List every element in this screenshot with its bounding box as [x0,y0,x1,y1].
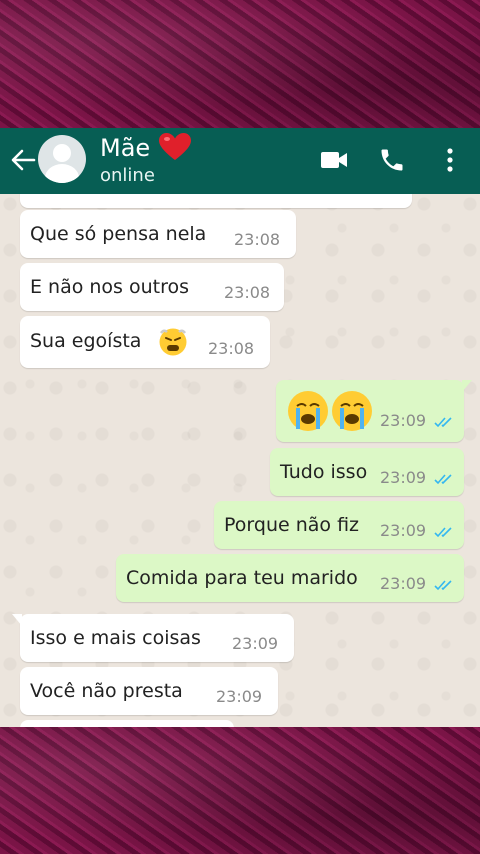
message-time: 23:09 [232,634,279,653]
message-bubble-incoming[interactable]: Que só pensa nela 23:08 [20,210,296,258]
message-text: Comida para teu marido [126,567,358,589]
message-text: Isso e mais coisas [30,627,201,649]
message-text: Sua egoísta [30,330,142,352]
message-time: 23:09 [380,521,427,540]
message-text: Porque não fiz [224,514,360,536]
message-time: 23:08 [224,283,271,302]
message-time: 23:08 [208,339,255,358]
chat-area[interactable]: Que só pensa nela 23:08 E não nos outros… [0,194,480,727]
heart-emoji-icon [159,133,191,160]
message-time: 23:08 [234,230,281,249]
crying-faces-emoji-icon [288,391,372,431]
message-bubble-outgoing[interactable]: Porque não fiz 23:09 [214,501,464,549]
video-call-icon[interactable] [320,150,348,170]
message-bubble-outgoing[interactable]: Tudo isso 23:09 [270,448,464,496]
contact-status: online [100,165,155,186]
partial-message-bubble[interactable] [20,194,412,208]
chat-header: Mãe online [0,128,480,194]
more-options-icon[interactable] [444,146,456,174]
message-time: 23:09 [380,411,427,430]
message-text: E não nos outros [30,276,190,298]
phone-call-icon[interactable] [378,146,406,174]
read-ticks-icon [434,580,452,591]
background-top [0,0,480,128]
message-bubble-incoming[interactable]: Isso e mais coisas 23:09 [12,614,294,662]
message-text: Que só pensa nela [30,223,207,245]
read-ticks-icon [434,474,452,485]
read-ticks-icon [434,527,452,538]
read-ticks-icon [434,417,452,428]
message-bubble-incoming[interactable]: Sua egoísta 23:08 [20,316,270,368]
message-bubble-outgoing[interactable]: Comida para teu marido 23:09 [116,554,464,602]
message-time: 23:09 [216,687,263,706]
message-text: Você não presta [30,680,183,702]
avatar[interactable] [38,135,86,183]
partial-message-bubble[interactable] [20,720,234,727]
message-bubble-outgoing[interactable]: 23:09 [276,380,472,442]
angry-face-emoji-icon [159,328,187,356]
message-time: 23:09 [380,574,427,593]
message-time: 23:09 [380,468,427,487]
contact-name[interactable]: Mãe [100,134,150,162]
message-bubble-incoming[interactable]: Você não presta 23:09 [20,667,278,715]
back-arrow-icon[interactable] [10,148,36,172]
background-bottom [0,727,480,854]
message-bubble-incoming[interactable]: E não nos outros 23:08 [20,263,284,311]
message-text: Tudo isso [280,461,368,483]
